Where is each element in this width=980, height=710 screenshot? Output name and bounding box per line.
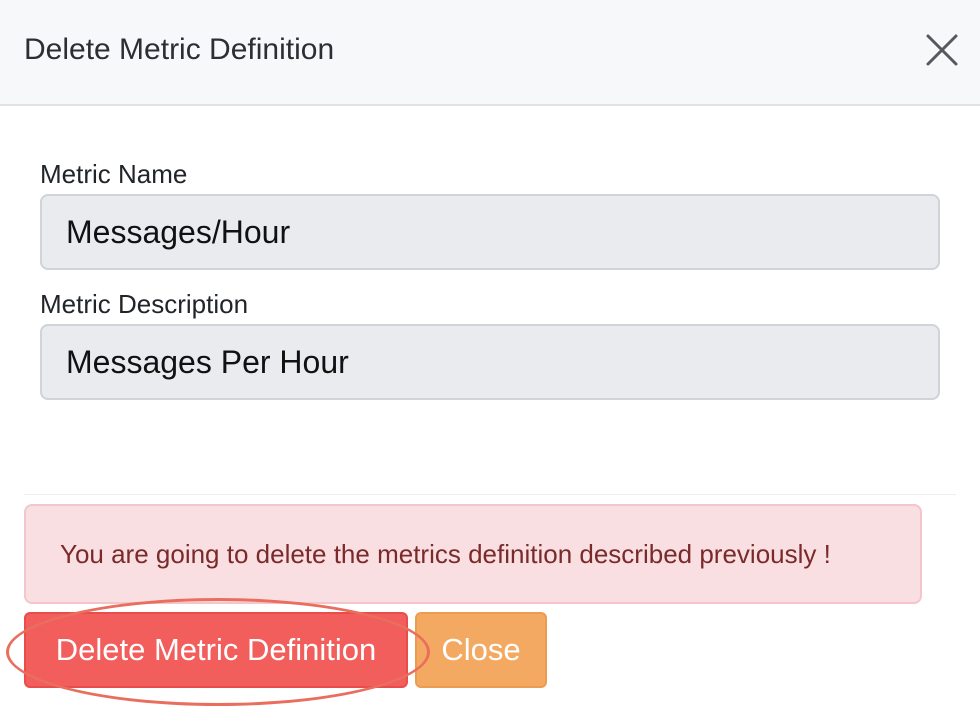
close-button[interactable]: Close — [415, 612, 547, 688]
warning-alert: You are going to delete the metrics defi… — [24, 504, 922, 604]
dialog-title: Delete Metric Definition — [24, 33, 335, 66]
close-icon[interactable] — [922, 30, 962, 70]
metric-name-field[interactable] — [40, 194, 940, 270]
delete-metric-dialog: Delete Metric Definition Metric Name Met… — [0, 0, 980, 710]
metric-description-label: Metric Description — [40, 289, 249, 319]
metric-name-label: Metric Name — [40, 159, 188, 189]
footer-divider — [24, 494, 956, 495]
dialog-header: Delete Metric Definition — [0, 0, 980, 106]
alert-message: You are going to delete the metrics defi… — [60, 538, 831, 569]
metric-description-field[interactable] — [40, 324, 940, 400]
delete-metric-button[interactable]: Delete Metric Definition — [24, 612, 408, 688]
